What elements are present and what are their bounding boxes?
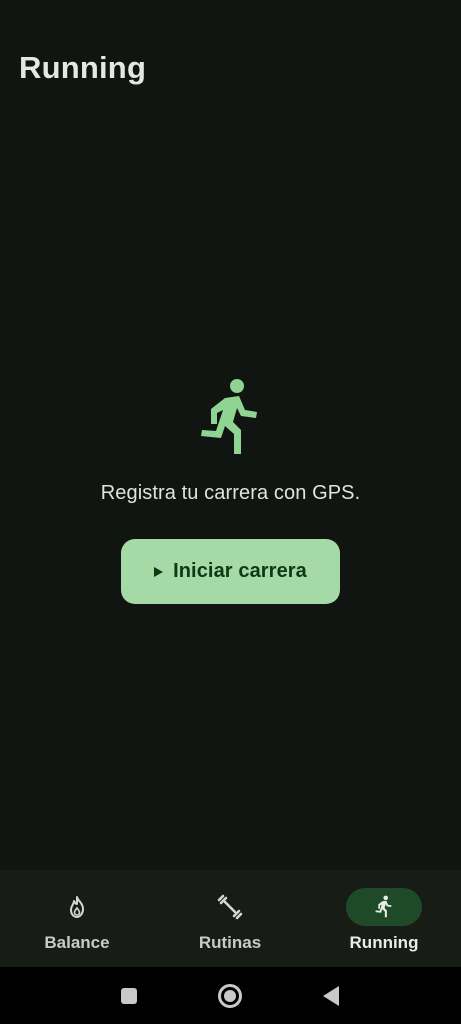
nav-label-balance: Balance	[44, 933, 110, 952]
nav-label-running: Running	[349, 933, 419, 952]
nav-item-running[interactable]: Running	[307, 870, 461, 967]
empty-state-message: Registra tu carrera con GPS.	[100, 482, 361, 504]
back-icon	[323, 986, 339, 1006]
bottom-navigation: Balance Rutinas Running	[0, 870, 461, 967]
home-button[interactable]	[217, 983, 243, 1009]
back-button[interactable]	[318, 983, 344, 1009]
nav-icon-container	[192, 888, 268, 926]
page-title: Running	[19, 50, 147, 85]
running-screen: Running Registra tu carrera con GPS. Ini…	[0, 0, 461, 1024]
nav-icon-container	[39, 888, 115, 926]
nav-label-rutinas: Rutinas	[198, 933, 262, 952]
start-run-button[interactable]: Iniciar carrera	[121, 539, 340, 604]
running-icon	[375, 895, 392, 918]
running-figure-icon	[200, 379, 257, 454]
dumbbell-icon	[217, 894, 243, 920]
empty-state: Registra tu carrera con GPS.	[0, 376, 461, 505]
play-icon	[154, 566, 164, 577]
flame-icon	[70, 896, 84, 918]
nav-active-indicator	[346, 888, 422, 926]
recents-icon	[121, 988, 137, 1004]
nav-item-balance[interactable]: Balance	[0, 870, 154, 967]
nav-item-rutinas[interactable]: Rutinas	[153, 870, 307, 967]
system-navigation-bar	[0, 967, 461, 1024]
home-icon	[218, 984, 242, 1008]
start-run-label: Iniciar carrera	[173, 560, 307, 582]
recents-button[interactable]	[116, 983, 142, 1009]
